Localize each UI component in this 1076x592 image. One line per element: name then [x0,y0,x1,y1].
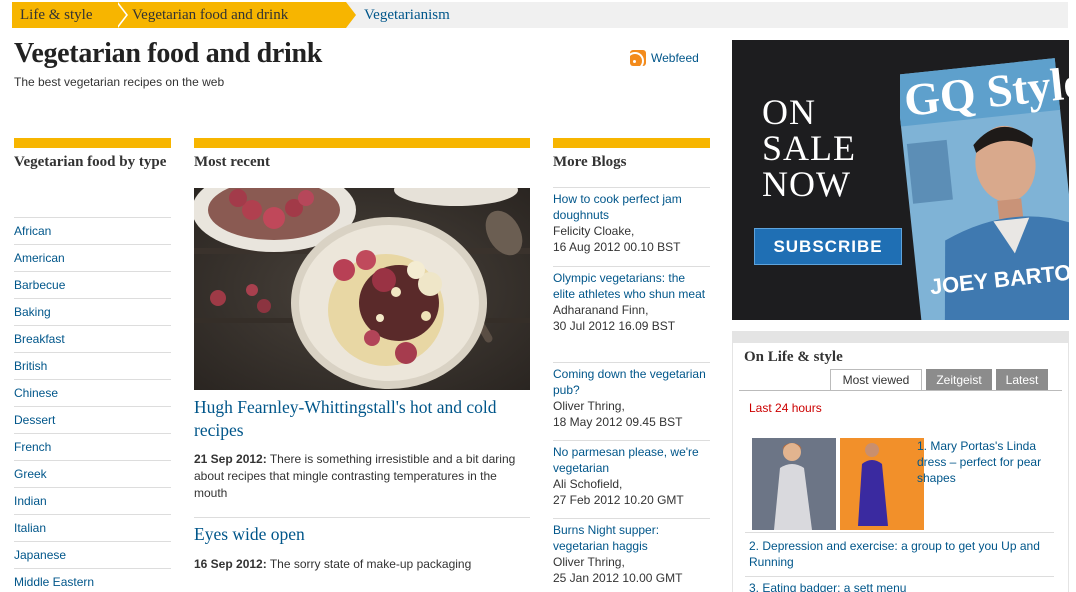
left-column-heading: Vegetarian food by type [14,154,167,170]
article-summary: 21 Sep 2012: There is something irresist… [194,451,524,502]
blog-item: Burns Night supper: vegetarian haggis Ol… [553,518,710,592]
blog-author: Felicity Cloake, [553,224,635,238]
blog-date: 25 Jan 2012 10.00 GMT [553,571,683,585]
blog-item: No parmesan please, we're vegetarian Ali… [553,440,710,518]
widget-tabs: Most viewed Zeitgeist Latest [830,369,1048,391]
item-divider [745,576,1054,577]
article-title[interactable]: Eyes wide open [194,523,524,546]
food-type-item[interactable]: Barbecue [14,271,171,298]
subscribe-button[interactable]: SUBSCRIBE [754,228,902,265]
woman-purple-dress-photo [840,438,906,530]
article-divider [194,517,530,518]
page-subtitle: The best vegetarian recipes on the web [14,75,225,89]
food-type-item[interactable]: Indian [14,487,171,514]
thumbnail-image[interactable] [840,438,924,530]
period-label: Last 24 hours [749,401,822,415]
gq-style-advert[interactable]: ON SALE NOW SUBSCRIBE GQ Style JOEY BART… [732,40,1069,320]
blog-title[interactable]: Olympic vegetarians: the elite athletes … [553,270,710,302]
blog-title[interactable]: How to cook perfect jam doughnuts [553,191,710,223]
food-type-item[interactable]: French [14,433,171,460]
blog-item: Olympic vegetarians: the elite athletes … [553,266,710,362]
ad-headline: ON SALE NOW [762,92,856,204]
middle-column-heading: Most recent [194,154,270,170]
food-type-item[interactable]: Dessert [14,406,171,433]
blogs-column-accent-bar [553,138,710,148]
breadcrumb: Life & style Vegetarian food and drink V… [12,2,1068,28]
blog-title[interactable]: Coming down the vegetarian pub? [553,366,710,398]
most-viewed-item[interactable]: 1. Mary Portas's Linda dress – perfect f… [917,438,1059,486]
tab-most-viewed[interactable]: Most viewed [830,369,922,391]
article-summary-text: The sorry state of make-up packaging [269,557,472,571]
blogs-column-heading: More Blogs [553,154,627,170]
tab-latest[interactable]: Latest [996,369,1048,391]
food-type-item[interactable]: Breakfast [14,325,171,352]
food-type-item[interactable]: American [14,244,171,271]
tab-underline [739,390,1062,391]
blog-date: 27 Feb 2012 10.20 GMT [553,493,684,507]
webfeed-link[interactable]: Webfeed [630,50,699,66]
blog-author: Ali Schofield, [553,477,623,491]
most-viewed-item[interactable]: 2. Depression and exercise: a group to g… [749,538,1061,570]
blog-title[interactable]: No parmesan please, we're vegetarian [553,444,710,476]
breadcrumb-vegetarianism[interactable]: Vegetarianism [346,2,450,28]
food-type-item[interactable]: Greek [14,460,171,487]
food-type-item[interactable]: British [14,352,171,379]
blog-author: Oliver Thring, [553,399,625,413]
life-style-widget: On Life & style Most viewed Zeitgeist La… [732,331,1069,592]
item-divider [745,532,1054,533]
widget-body: On Life & style Most viewed Zeitgeist La… [732,343,1069,592]
blog-item: How to cook perfect jam doughnuts Felici… [553,187,710,266]
food-type-item[interactable]: Baking [14,298,171,325]
breadcrumb-vegetarian-food-drink[interactable]: Vegetarian food and drink [116,2,356,28]
left-column-accent-bar [14,138,171,148]
webfeed-label: Webfeed [651,51,699,65]
page-title: Vegetarian food and drink [14,38,323,69]
blog-date: 30 Jul 2012 16.09 BST [553,319,676,333]
most-viewed-item[interactable]: 3. Eating badger: a sett menu [749,580,1061,592]
widget-title: On Life & style [744,349,843,365]
article-date: 21 Sep 2012: [194,452,267,466]
blog-author: Adharanand Finn, [553,303,649,317]
article-date: 16 Sep 2012: [194,557,267,571]
blog-date: 16 Aug 2012 00.10 BST [553,240,681,254]
article-title[interactable]: Hugh Fearnley-Whittingstall's hot and co… [194,396,524,442]
food-type-list: African American Barbecue Baking Breakfa… [14,217,171,592]
food-type-item[interactable]: Chinese [14,379,171,406]
food-type-item[interactable]: Japanese [14,541,171,568]
food-type-item[interactable]: Italian [14,514,171,541]
tab-zeitgeist[interactable]: Zeitgeist [926,369,992,391]
blog-title[interactable]: Burns Night supper: vegetarian haggis [553,522,710,554]
food-type-item[interactable]: African [14,217,171,244]
blog-item: Coming down the vegetarian pub? Oliver T… [553,362,710,440]
dessert-photo [194,188,530,390]
blog-list: How to cook perfect jam doughnuts Felici… [553,187,710,592]
feature-image[interactable] [194,188,530,390]
middle-column-accent-bar [194,138,530,148]
widget-top-bar [732,331,1069,343]
article-summary: 16 Sep 2012: The sorry state of make-up … [194,556,524,573]
blog-author: Oliver Thring, [553,555,625,569]
blog-date: 18 May 2012 09.45 BST [553,415,683,429]
food-type-item[interactable]: Middle Eastern [14,568,171,592]
magazine-cover: GQ Style JOEY BARTON [900,56,1069,320]
woman-grey-dress-photo [752,438,836,530]
thumbnail-image[interactable] [752,438,836,530]
breadcrumb-life-style[interactable]: Life & style [12,2,128,28]
rss-icon [630,50,646,66]
